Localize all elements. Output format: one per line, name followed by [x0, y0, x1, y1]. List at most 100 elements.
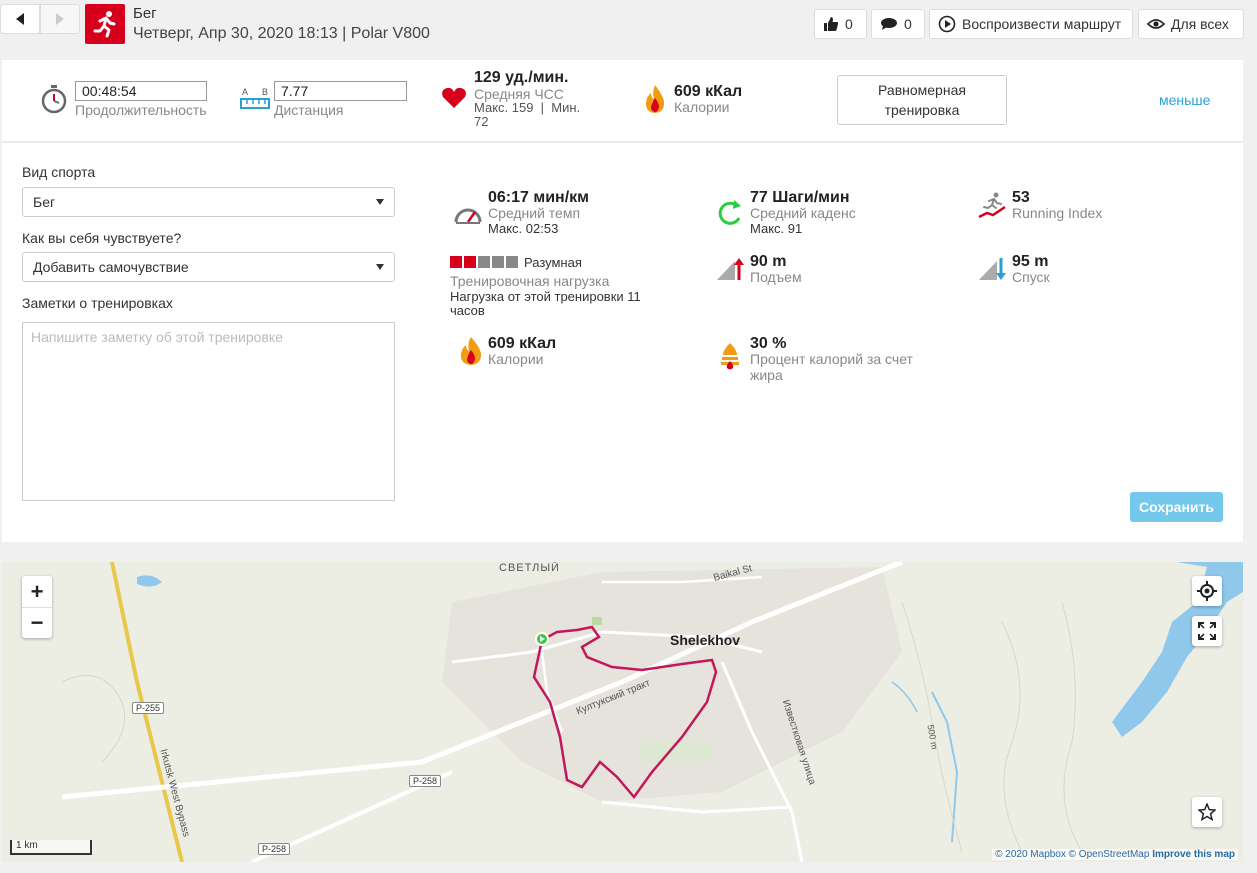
flame-icon: [460, 337, 482, 365]
previous-session-button[interactable]: [0, 4, 40, 34]
road-tag-p258-2: Р-258: [258, 843, 291, 855]
page-header: Бег Четверг, Апр 30, 2020 18:13 | Polar …: [0, 0, 1257, 48]
notes-placeholder: Напишите заметку об этой тренировке: [31, 329, 283, 345]
running-index-label: Running Index: [1012, 205, 1103, 221]
speedometer-icon: [454, 208, 482, 224]
thumbs-up-icon: [824, 17, 839, 31]
training-benefit-button[interactable]: Равномерная тренировка: [837, 75, 1007, 125]
notes-textarea[interactable]: Напишите заметку об этой тренировке: [22, 322, 395, 501]
replay-route-button[interactable]: Воспроизвести маршрут: [929, 9, 1133, 39]
hr-minmax-line2: 72: [474, 114, 489, 129]
arrow-right-icon: [56, 13, 64, 25]
duration-value: 00:48:54: [75, 81, 207, 101]
map-attribution: © 2020 Mapbox © OpenStreetMap Improve th…: [992, 849, 1238, 860]
map-label-shelekhov: Shelekhov: [670, 632, 741, 648]
feeling-select[interactable]: Добавить самочувствие: [22, 252, 395, 282]
favorite-route-button[interactable]: [1192, 797, 1222, 827]
flame-icon: [645, 85, 665, 113]
sport-select-value: Бег: [33, 194, 56, 210]
training-load-box: [506, 256, 518, 268]
comment-button[interactable]: 0: [871, 9, 925, 39]
running-index-icon: [978, 192, 1006, 219]
training-load-box: [478, 256, 490, 268]
attr-osm-link[interactable]: © OpenStreetMap: [1069, 849, 1150, 860]
fullscreen-button[interactable]: [1192, 616, 1222, 646]
sport-label: Вид спорта: [22, 164, 96, 180]
hr-minmax-line1: Макс. 159 | Мин.: [474, 100, 581, 115]
crosshair-icon: [1197, 581, 1217, 601]
zoom-control: + −: [22, 576, 52, 638]
route-map[interactable]: СВЕТЛЫЙ Shelekhov Baikal St Култукский т…: [2, 562, 1243, 862]
running-sport-icon: [85, 4, 125, 44]
like-button[interactable]: 0: [814, 9, 867, 39]
zoom-out-button[interactable]: −: [22, 607, 52, 638]
improve-map-link[interactable]: Improve this map: [1152, 849, 1235, 860]
avg-hr-value: 129 уд./мин.: [474, 69, 569, 86]
map-scale: 1 km: [10, 840, 92, 855]
distance-b-label: B: [262, 87, 269, 97]
session-title: Бег: [133, 5, 157, 22]
replay-route-label: Воспроизвести маршрут: [962, 16, 1122, 32]
summary-bar: 00:48:54 Продолжительность A B 7.77 Дист…: [2, 60, 1243, 142]
less-link[interactable]: меньше: [1159, 92, 1210, 108]
save-button[interactable]: Сохранить: [1130, 492, 1223, 522]
max-pace-value: Макс. 02:53: [488, 221, 559, 236]
calories-label: Калории: [674, 99, 730, 115]
ruler-icon: [240, 98, 270, 109]
training-load-label: Тренировочная нагрузка: [450, 273, 610, 289]
training-load-box: [492, 256, 504, 268]
duration-label: Продолжительность: [75, 102, 207, 118]
heart-icon: [442, 87, 466, 108]
attr-mapbox-link[interactable]: © 2020 Mapbox: [995, 849, 1066, 860]
distance-value: 7.77: [274, 81, 407, 101]
visibility-button[interactable]: Для всех: [1138, 9, 1244, 39]
notes-label: Заметки о тренировках: [22, 295, 173, 311]
training-load-rating: Разумная: [524, 255, 582, 270]
eye-icon: [1147, 19, 1165, 29]
training-benefit-line2: тренировка: [884, 102, 960, 118]
ascent-label: Подъем: [750, 269, 802, 285]
distance-a-label: A: [242, 87, 249, 97]
avg-cadence-label: Средний каденс: [750, 205, 856, 221]
training-load-box: [464, 256, 476, 268]
stopwatch-icon: [41, 85, 67, 114]
visibility-label: Для всех: [1171, 16, 1229, 32]
max-cadence-value: Макс. 91: [750, 221, 803, 236]
training-load-meter: [450, 256, 518, 268]
training-benefit-line1: Равномерная: [878, 82, 966, 98]
sport-select[interactable]: Бег: [22, 187, 395, 217]
stats-calories-label: Калории: [488, 351, 544, 367]
training-load-box: [450, 256, 462, 268]
training-load-detail-line1: Нагрузка от этой тренировки 11: [450, 289, 641, 304]
chevron-down-icon: [376, 264, 384, 270]
chevron-down-icon: [376, 199, 384, 205]
descent-icon: [979, 258, 1006, 280]
feeling-select-value: Добавить самочувствие: [33, 259, 189, 275]
descent-label: Спуск: [1012, 269, 1050, 285]
map-label-svetly: СВЕТЛЫЙ: [499, 562, 560, 574]
fat-percent-label-line2: жира: [750, 367, 783, 383]
fat-percent-label-line1: Процент калорий за счет: [750, 351, 913, 367]
play-circle-icon: [938, 15, 956, 33]
fat-burn-icon: [721, 343, 739, 370]
ascent-icon: [717, 258, 744, 280]
map-canvas: [61, 562, 1243, 862]
session-details-panel: Вид спорта Бег Как вы себя чувствуете? Д…: [2, 143, 1243, 542]
road-tag-p258: Р-258: [409, 775, 442, 787]
cadence-icon: [718, 200, 741, 225]
avg-pace-label: Средний темп: [488, 205, 581, 221]
star-icon: [1198, 803, 1216, 821]
zoom-in-button[interactable]: +: [22, 576, 52, 607]
comment-icon: [881, 18, 897, 30]
feeling-label: Как вы себя чувствуете?: [22, 230, 182, 246]
like-count: 0: [845, 16, 853, 32]
arrow-left-icon: [16, 13, 24, 25]
locate-button[interactable]: [1192, 576, 1222, 606]
next-session-button[interactable]: [40, 4, 80, 34]
session-subtitle: Четверг, Апр 30, 2020 18:13 | Polar V800: [133, 25, 430, 42]
road-tag-p255: Р-255: [132, 702, 165, 714]
training-load-detail-line2: часов: [450, 303, 485, 318]
fullscreen-icon: [1198, 622, 1216, 640]
comment-count: 0: [904, 16, 912, 32]
distance-label: Дистанция: [274, 102, 344, 118]
